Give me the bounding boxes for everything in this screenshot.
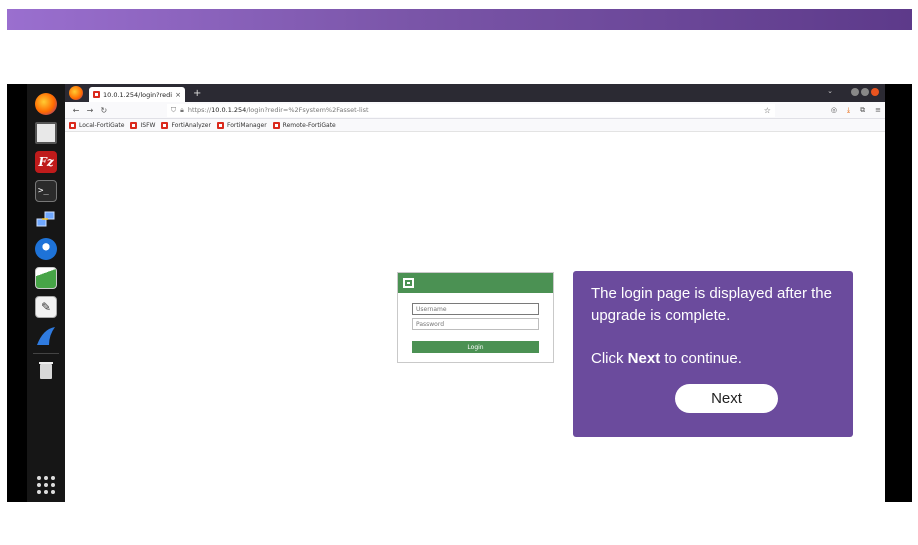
maximize-button[interactable]	[861, 88, 869, 96]
toolbar-right: ◎ ⤓ ⧉ ≡	[821, 106, 881, 115]
callout-instruction: Click Next to continue.	[591, 350, 742, 367]
fortinet-favicon-icon	[216, 121, 224, 129]
url-scheme: https://	[187, 106, 212, 114]
username-input[interactable]	[412, 303, 539, 315]
url-path: /login?redir=%2Fsystem%2Fasset-list	[246, 106, 369, 114]
bookmark-local-fortigate[interactable]: Local-FortiGate	[69, 121, 124, 129]
hamburger-menu-icon[interactable]: ≡	[875, 106, 881, 115]
dock-separator	[33, 353, 59, 354]
tab-list-chevron-icon[interactable]: ⌄	[827, 87, 833, 95]
login-button[interactable]: Login	[412, 341, 539, 353]
fortinet-favicon-icon	[272, 121, 280, 129]
window-controls	[849, 88, 879, 96]
terminal-icon[interactable]: >_	[35, 180, 57, 202]
login-panel: Login	[397, 272, 554, 363]
reload-icon[interactable]: ↻	[97, 106, 111, 115]
fortinet-logo-icon	[403, 278, 414, 288]
bookmark-star-icon[interactable]: ☆	[764, 106, 771, 115]
login-header	[398, 273, 553, 293]
fortinet-favicon-icon	[161, 121, 169, 129]
bookmarks-bar: Local-FortiGate ISFW FortiAnalyzer Forti…	[65, 119, 885, 132]
bookmark-fortianalyzer[interactable]: FortiAnalyzer	[161, 121, 211, 129]
text-editor-icon[interactable]: ✎	[35, 296, 57, 318]
download-icon[interactable]: ⤓	[847, 106, 850, 115]
top-banner	[7, 9, 912, 30]
navigation-bar: ← → ↻ ⛉ 🔒︎ https:// 10.0.1.254 /login?re…	[65, 102, 885, 119]
callout-message: The login page is displayed after the up…	[591, 285, 832, 324]
password-input[interactable]	[412, 318, 539, 330]
bookmark-fortimanager[interactable]: FortiManager	[216, 121, 267, 129]
ubuntu-dock: Fz >_ ✎	[27, 84, 65, 502]
bookmark-remote-fortigate[interactable]: Remote-FortiGate	[272, 121, 336, 129]
shield-icon: ⛉	[170, 105, 177, 114]
url-host: 10.0.1.254	[211, 106, 247, 114]
tab-close-icon[interactable]: ×	[175, 91, 181, 99]
files-icon[interactable]	[35, 122, 57, 144]
tab-login[interactable]: 10.0.1.254/login?redir=% ×	[89, 87, 185, 102]
lock-icon: 🔒︎	[180, 105, 184, 114]
fortinet-favicon-icon	[93, 91, 100, 98]
tab-title: 10.0.1.254/login?redir=%	[103, 90, 173, 99]
close-window-button[interactable]	[871, 88, 879, 96]
wireshark-icon[interactable]	[35, 325, 57, 347]
app-grid-icon[interactable]	[37, 476, 55, 494]
next-button[interactable]: Next	[675, 384, 778, 413]
url-bar[interactable]: ⛉ 🔒︎ https:// 10.0.1.254 /login?redir=%2…	[166, 103, 775, 117]
back-arrow-icon[interactable]: ←	[69, 106, 83, 115]
bookmark-isfw[interactable]: ISFW	[130, 121, 155, 129]
minimize-button[interactable]	[851, 88, 859, 96]
pocket-icon[interactable]: ◎	[831, 106, 837, 115]
filezilla-icon[interactable]: Fz	[35, 151, 57, 173]
forward-arrow-icon[interactable]: →	[83, 106, 97, 115]
new-tab-button[interactable]: +	[193, 88, 201, 99]
trash-icon[interactable]	[35, 359, 57, 381]
image-viewer-icon[interactable]	[35, 267, 57, 289]
extensions-icon[interactable]: ⧉	[860, 106, 865, 115]
firefox-icon[interactable]	[35, 93, 57, 115]
firefox-menu-icon[interactable]	[69, 86, 83, 100]
fortinet-favicon-icon	[69, 121, 76, 129]
instruction-callout: The login page is displayed after the up…	[573, 271, 853, 437]
network-icon[interactable]	[35, 209, 57, 231]
thunderbird-icon[interactable]	[35, 238, 57, 260]
fortinet-favicon-icon	[130, 121, 138, 129]
tab-bar: 10.0.1.254/login?redir=% × + ⌄	[65, 84, 885, 102]
stage: Fz >_ ✎ 10.0.1.254/login?redir=% × +	[0, 0, 918, 545]
right-strip	[885, 84, 912, 502]
